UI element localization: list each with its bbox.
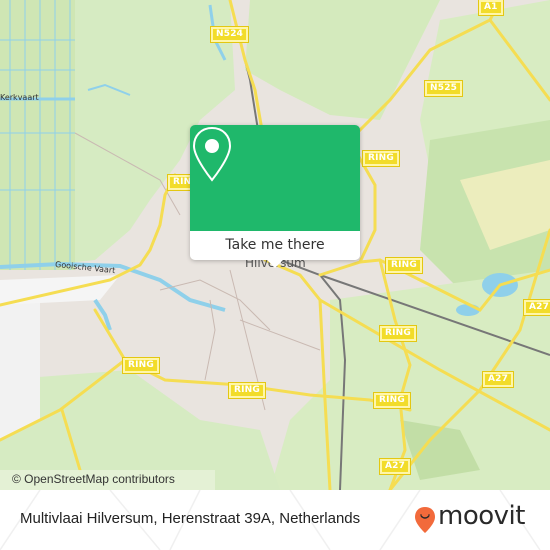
road-shield-ring: RING [362,150,400,167]
road-shield-ring: RING [385,257,423,274]
road-shield-a27: A27 [481,371,515,388]
road-shield-a27: A27 [522,299,550,316]
road-shield-a27: A27 [378,458,412,475]
map-pin-icon [192,126,232,182]
road-shield-n525: N525 [423,80,464,97]
location-popup: Take me there [190,125,360,268]
take-me-there-button[interactable]: Take me there [190,231,360,260]
page: Kerkvaart Gooische Vaart Hilversum N524 … [0,0,550,550]
road-shield-ring: RING [228,382,266,399]
moovit-pin-icon [415,507,435,533]
footer: Multivlaai Hilversum, Herenstraat 39A, N… [0,490,550,550]
moovit-wordmark: moovit [438,501,525,531]
road-shield-ring: RING [122,357,160,374]
popup-header [190,125,360,231]
address-text: Multivlaai Hilversum, Herenstraat 39A, N… [20,510,361,527]
water-label-kerkvaart: Kerkvaart [0,93,39,102]
map[interactable]: Kerkvaart Gooische Vaart Hilversum N524 … [0,0,550,490]
road-shield-ring: RING [373,392,411,409]
road-shield-n524: N524 [209,26,250,43]
road-shield-a1: A1 [478,0,504,16]
moovit-logo[interactable]: moovit [414,501,544,535]
popup-pointer [267,260,283,268]
map-attribution[interactable]: © OpenStreetMap contributors [0,470,215,490]
road-shield-ring: RING [379,325,417,342]
